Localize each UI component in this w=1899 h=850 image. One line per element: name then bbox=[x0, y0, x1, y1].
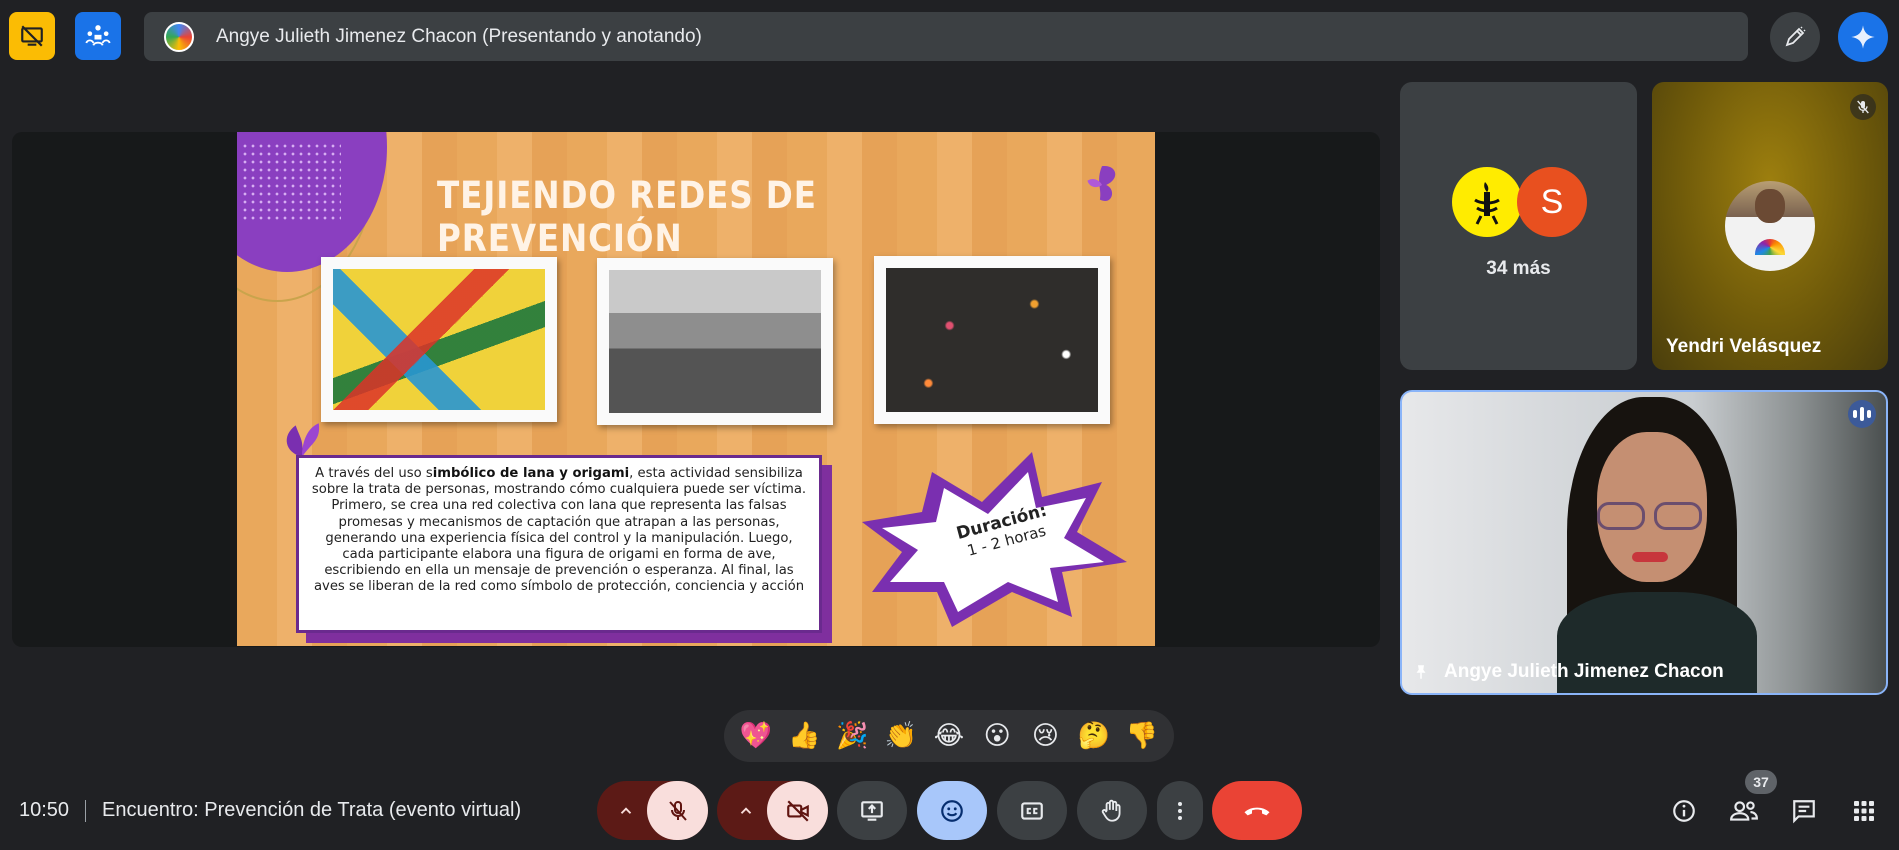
hang-up-icon bbox=[1244, 807, 1270, 815]
participant-avatar-yendri bbox=[1725, 181, 1815, 271]
chevron-up-icon bbox=[620, 806, 632, 814]
more-participants-tile[interactable]: S 34 más bbox=[1400, 82, 1637, 370]
meeting-clock: 10:50 bbox=[19, 799, 70, 821]
paper-birds-photo bbox=[874, 256, 1110, 424]
presenting-label: Angye Julieth Jimenez Chacon (Presentand… bbox=[216, 25, 702, 47]
apps-grid-icon bbox=[1854, 800, 1874, 821]
layout-button[interactable] bbox=[75, 12, 121, 60]
people-presentation-icon bbox=[85, 25, 111, 46]
hide-self-view-button[interactable] bbox=[9, 12, 55, 60]
captions-icon bbox=[1021, 801, 1043, 820]
pencil-icon bbox=[1785, 26, 1806, 47]
reaction-thumbs-down[interactable]: 👎 bbox=[1120, 714, 1164, 758]
divider bbox=[85, 800, 86, 822]
video-options-button[interactable] bbox=[721, 781, 771, 840]
slide-decor-dots bbox=[241, 142, 341, 222]
present-screen-button[interactable] bbox=[837, 781, 907, 840]
camera-off-icon bbox=[786, 799, 809, 822]
participant-count-badge: 37 bbox=[1745, 770, 1777, 794]
mic-off-icon bbox=[668, 800, 687, 821]
participant-name: Angye Julieth Jimenez Chacon bbox=[1444, 661, 1724, 682]
pinned-name-label: Angye Julieth Jimenez Chacon bbox=[1412, 661, 1724, 683]
reaction-thumbs-up[interactable]: 👍 bbox=[782, 714, 826, 758]
mic-toggle-button[interactable] bbox=[647, 781, 708, 840]
mic-muted-badge bbox=[1850, 94, 1876, 120]
annotate-button[interactable] bbox=[1770, 12, 1820, 62]
reaction-heart[interactable]: 💖 bbox=[734, 714, 778, 758]
present-off-icon bbox=[21, 25, 43, 47]
butterfly-logo-icon bbox=[1087, 165, 1116, 201]
pin-icon[interactable] bbox=[1412, 663, 1430, 681]
audio-options-button[interactable] bbox=[601, 781, 651, 840]
info-icon bbox=[1673, 799, 1695, 822]
presentation-slide: TEJIENDO REDES DE PREVENCIÓN A través de… bbox=[237, 132, 1155, 646]
reaction-thinking[interactable]: 🤔 bbox=[1072, 714, 1116, 758]
smiley-icon bbox=[941, 799, 963, 822]
description-text: A través del uso simbólico de lana y ori… bbox=[311, 466, 807, 595]
participant-name: Yendri Velásquez bbox=[1666, 336, 1822, 357]
sparkle-icon bbox=[1851, 25, 1875, 49]
present-screen-icon bbox=[861, 800, 883, 821]
raise-hand-icon bbox=[1101, 799, 1121, 822]
reaction-laugh[interactable]: 😂 bbox=[927, 714, 971, 758]
people-icon bbox=[1730, 800, 1758, 821]
chevron-up-icon bbox=[740, 806, 752, 814]
chat-icon bbox=[1793, 799, 1815, 823]
more-options-button[interactable] bbox=[1157, 781, 1203, 840]
reactions-bar: 💖 👍 🎉 👏 😂 😮 😢 🤔 👎 bbox=[724, 710, 1174, 762]
butterfly-icon bbox=[286, 423, 320, 457]
more-vert-icon bbox=[1178, 801, 1182, 820]
participant-tile-yendri[interactable]: Yendri Velásquez bbox=[1652, 82, 1888, 370]
presenting-banner[interactable]: Angye Julieth Jimenez Chacon (Presentand… bbox=[144, 12, 1748, 61]
reaction-surprised[interactable]: 😮 bbox=[975, 714, 1019, 758]
amnesty-logo-avatar bbox=[1452, 167, 1522, 237]
reactions-button[interactable] bbox=[917, 781, 987, 840]
participant-avatar-s: S bbox=[1517, 167, 1587, 237]
presenter-avatar bbox=[164, 21, 194, 52]
gemini-button[interactable] bbox=[1838, 12, 1888, 62]
speaking-indicator bbox=[1848, 400, 1876, 428]
mic-off-icon bbox=[1857, 100, 1869, 114]
meeting-title: Encuentro: Prevención de Trata (evento v… bbox=[102, 799, 522, 821]
captions-button[interactable] bbox=[997, 781, 1067, 840]
participant-tile-angye[interactable]: Angye Julieth Jimenez Chacon bbox=[1400, 390, 1888, 695]
presenter-video bbox=[1402, 392, 1886, 693]
activities-button[interactable] bbox=[1839, 781, 1889, 840]
description-box: A través del uso simbólico de lana y ori… bbox=[296, 455, 822, 633]
reaction-clap[interactable]: 👏 bbox=[879, 714, 923, 758]
origami-photo bbox=[321, 257, 557, 422]
chat-button[interactable] bbox=[1779, 781, 1829, 840]
reaction-sad[interactable]: 😢 bbox=[1023, 714, 1067, 758]
meeting-details-button[interactable] bbox=[1659, 781, 1709, 840]
reaction-party[interactable]: 🎉 bbox=[831, 714, 875, 758]
candle-icon bbox=[1474, 182, 1500, 225]
camera-toggle-button[interactable] bbox=[767, 781, 828, 840]
raise-hand-button[interactable] bbox=[1077, 781, 1147, 840]
more-participants-label: 34 más bbox=[1486, 258, 1551, 279]
leave-call-button[interactable] bbox=[1212, 781, 1302, 840]
slide-title: TEJIENDO REDES DE PREVENCIÓN bbox=[437, 174, 817, 260]
workshop-photo bbox=[597, 258, 833, 425]
